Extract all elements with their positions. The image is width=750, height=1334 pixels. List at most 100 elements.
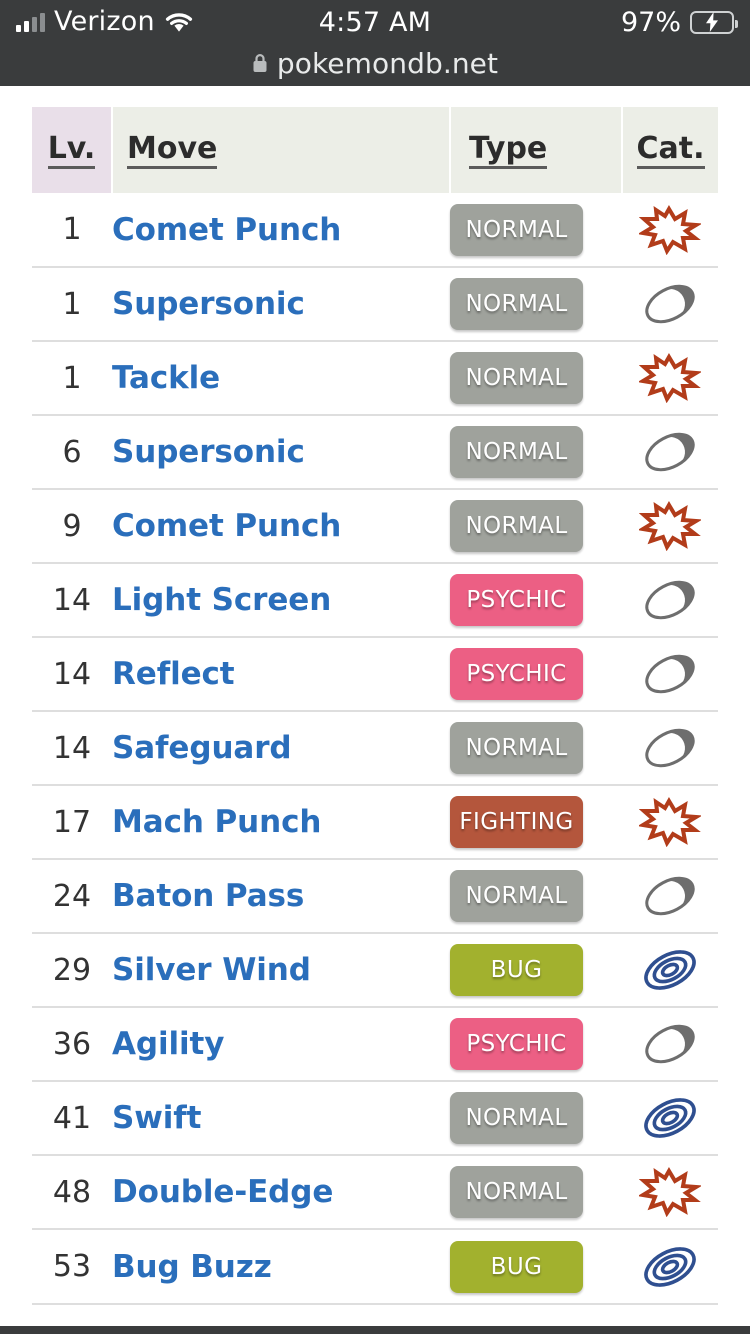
cell-move: Light Screen (112, 562, 450, 637)
cell-level: 9 (32, 488, 112, 563)
level-value: 14 (52, 582, 92, 618)
table-header-row: Lv. Move Type Cat. (32, 107, 718, 193)
cell-move: Comet Punch (112, 193, 450, 267)
level-value: 1 (62, 360, 82, 396)
cell-move: Comet Punch (112, 488, 450, 563)
type-badge[interactable]: BUG (450, 944, 583, 996)
cell-type: NORMAL (450, 193, 622, 267)
browser-url-bar[interactable]: pokemondb.net (0, 44, 750, 86)
column-header-type[interactable]: Type (450, 107, 623, 193)
cell-category (622, 1228, 718, 1303)
moves-learned-by-level-table: Lv. Move Type Cat. 1 Comet Punch NORMAL 1 Su… (32, 107, 718, 1303)
level-value: 53 (52, 1249, 92, 1284)
cell-move: Reflect (112, 636, 450, 711)
move-link[interactable]: Supersonic (112, 434, 305, 470)
type-badge[interactable]: PSYCHIC (450, 574, 583, 626)
column-header-level[interactable]: Lv. (32, 107, 113, 193)
cell-move: Silver Wind (112, 932, 450, 1007)
type-badge[interactable]: NORMAL (450, 870, 583, 922)
status-bar-right-group: 97% (621, 0, 738, 44)
cell-category (622, 858, 718, 933)
cell-category (622, 1154, 718, 1229)
type-badge[interactable]: NORMAL (450, 278, 583, 330)
type-badge[interactable]: BUG (450, 1240, 583, 1293)
move-link[interactable]: Agility (112, 1026, 224, 1062)
cell-move: Double-Edge (112, 1154, 450, 1229)
bottom-browser-bar (0, 1326, 750, 1334)
cell-type: NORMAL (450, 488, 622, 563)
page-content: Lv. Move Type Cat. 1 Comet Punch NORMAL 1 Su… (0, 86, 750, 1305)
cell-type: NORMAL (450, 340, 622, 415)
cell-category (622, 784, 718, 859)
table-head: Lv. Move Type Cat. (32, 107, 718, 193)
move-link[interactable]: Tackle (112, 360, 220, 396)
column-header-category[interactable]: Cat. (622, 107, 718, 193)
cell-type: NORMAL (450, 414, 622, 489)
cell-level: 29 (32, 932, 112, 1007)
level-value: 36 (52, 1026, 92, 1062)
url-text: pokemondb.net (276, 46, 499, 80)
cell-category (622, 340, 718, 415)
table-row: 14 Safeguard NORMAL (32, 710, 718, 785)
level-value: 9 (62, 508, 82, 544)
type-badge[interactable]: NORMAL (450, 500, 583, 552)
type-badge[interactable]: FIGHTING (450, 796, 583, 848)
move-link[interactable]: Safeguard (112, 730, 292, 766)
move-link[interactable]: Swift (112, 1100, 202, 1136)
column-header-move[interactable]: Move (112, 107, 451, 193)
status-halfcircle-icon (622, 279, 718, 329)
status-bar-top-row: Verizon 4:57 AM 97% (0, 0, 750, 44)
column-header-move-label: Move (127, 133, 218, 170)
move-link[interactable]: Reflect (112, 656, 235, 692)
physical-burst-icon (622, 1167, 718, 1217)
physical-burst-icon (622, 501, 718, 551)
type-badge[interactable]: NORMAL (450, 1092, 583, 1144)
cell-move: Swift (112, 1080, 450, 1155)
type-badge[interactable]: PSYCHIC (450, 648, 583, 700)
move-link[interactable]: Baton Pass (112, 878, 304, 914)
special-spiral-icon (622, 1093, 718, 1143)
table-row: 24 Baton Pass NORMAL (32, 858, 718, 933)
table-bottom-divider (32, 1303, 718, 1305)
cell-move: Bug Buzz (112, 1228, 450, 1303)
type-badge[interactable]: NORMAL (450, 352, 583, 404)
special-spiral-icon (622, 945, 718, 995)
move-link[interactable]: Comet Punch (112, 212, 341, 248)
type-badge[interactable]: NORMAL (450, 722, 583, 774)
physical-burst-icon (622, 204, 718, 255)
level-value: 41 (52, 1100, 92, 1136)
column-header-category-label: Cat. (636, 133, 705, 170)
cell-move: Baton Pass (112, 858, 450, 933)
move-link[interactable]: Silver Wind (112, 952, 311, 988)
table-row: 17 Mach Punch FIGHTING (32, 784, 718, 859)
cell-level: 14 (32, 562, 112, 637)
cell-type: NORMAL (450, 266, 622, 341)
cell-level: 1 (32, 340, 112, 415)
level-value: 14 (52, 656, 92, 692)
move-link[interactable]: Double-Edge (112, 1174, 333, 1210)
move-link[interactable]: Comet Punch (112, 508, 341, 544)
type-badge[interactable]: NORMAL (450, 203, 583, 256)
cell-category (622, 266, 718, 341)
cell-category (622, 932, 718, 1007)
cell-category (622, 636, 718, 711)
level-value: 17 (52, 804, 92, 840)
move-link[interactable]: Light Screen (112, 582, 331, 618)
status-halfcircle-icon (622, 871, 718, 921)
physical-burst-icon (622, 797, 718, 847)
table-row: 29 Silver Wind BUG (32, 932, 718, 1007)
type-badge[interactable]: NORMAL (450, 426, 583, 478)
cell-category (622, 193, 718, 267)
status-halfcircle-icon (622, 575, 718, 625)
type-badge[interactable]: NORMAL (450, 1166, 583, 1218)
table-row: 53 Bug Buzz BUG (32, 1228, 718, 1303)
table-row: 48 Double-Edge NORMAL (32, 1154, 718, 1229)
cell-category (622, 488, 718, 563)
move-link[interactable]: Supersonic (112, 286, 305, 322)
type-badge[interactable]: PSYCHIC (450, 1018, 583, 1070)
level-value: 6 (62, 434, 82, 470)
level-value: 1 (62, 286, 82, 322)
move-link[interactable]: Bug Buzz (112, 1249, 272, 1285)
move-link[interactable]: Mach Punch (112, 804, 321, 840)
level-value: 1 (62, 212, 82, 247)
